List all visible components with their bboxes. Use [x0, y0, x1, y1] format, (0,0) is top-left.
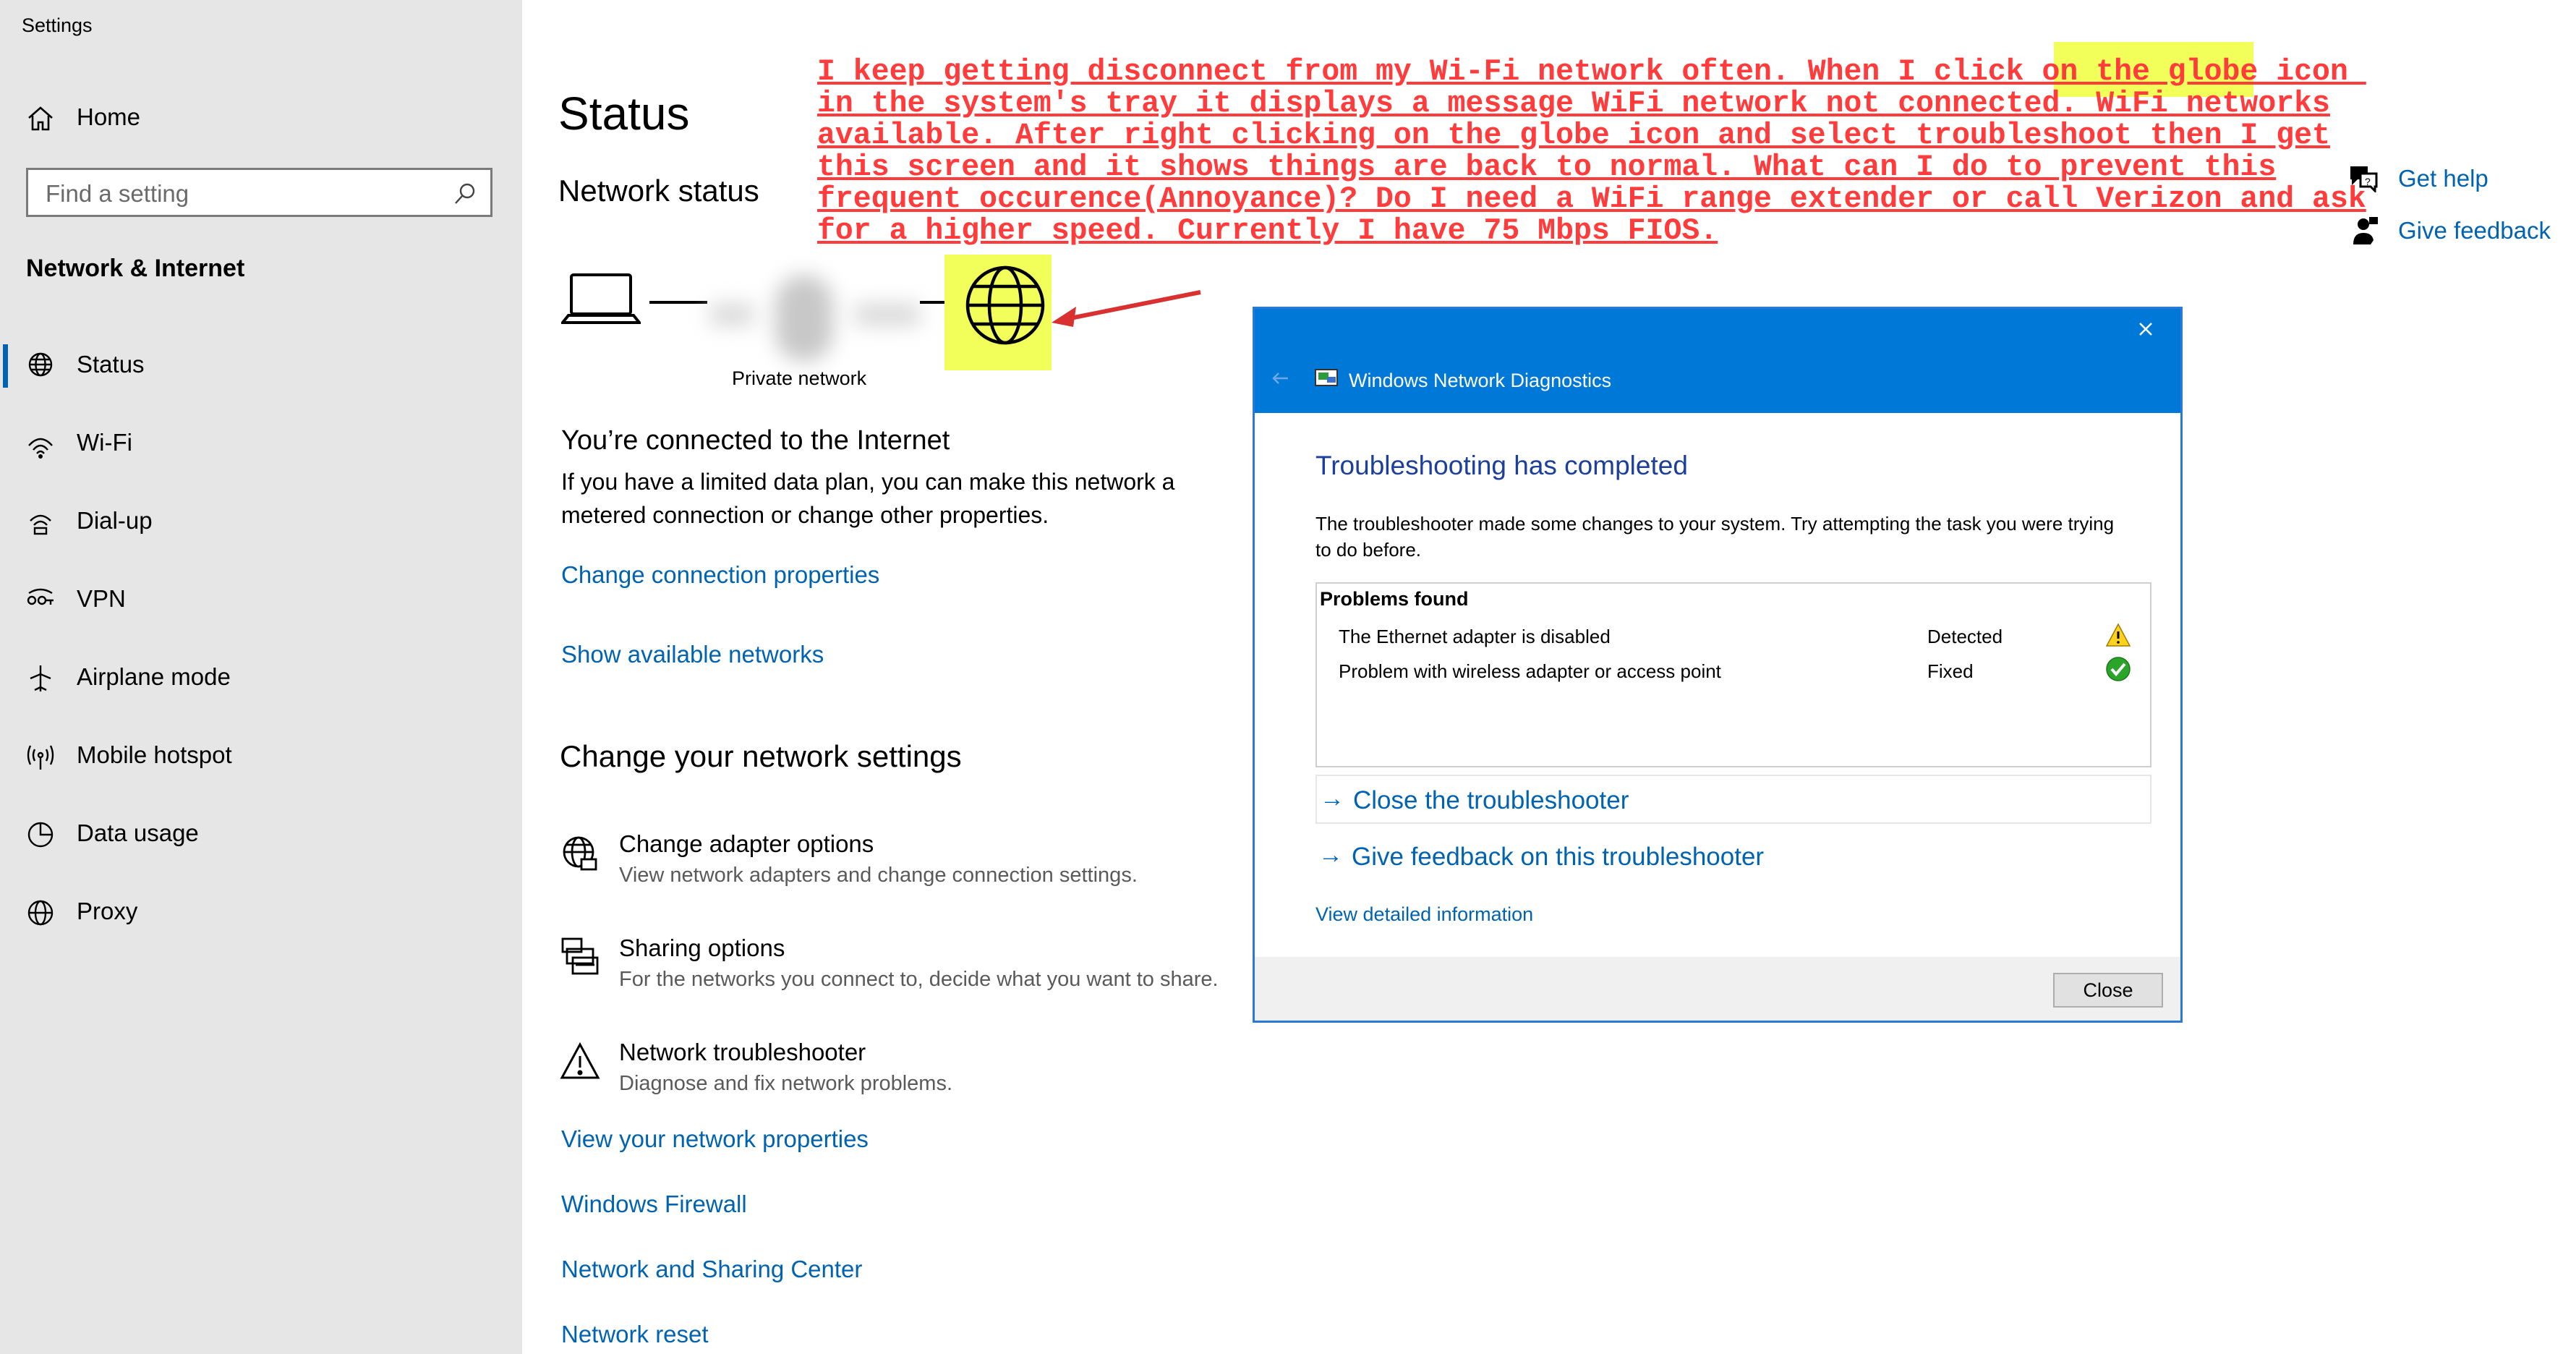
change-network-settings-heading: Change your network settings: [560, 739, 962, 773]
dialog-title: Windows Network Diagnostics: [1349, 370, 1612, 391]
dialog-message: to do before.: [1315, 539, 1421, 561]
network-status-heading: Network status: [558, 174, 759, 208]
search-input[interactable]: Find a setting: [26, 168, 492, 217]
hotspot-icon: [27, 745, 54, 770]
arrow-right-icon: →: [1318, 841, 1343, 869]
show-available-networks-link[interactable]: Show available networks: [561, 641, 824, 668]
vpn-icon: [27, 588, 54, 605]
private-network-label: Private network: [732, 367, 867, 389]
option-title: Change adapter options: [619, 830, 874, 857]
change-connection-properties-link[interactable]: Change connection properties: [561, 561, 879, 589]
give-feedback-troubleshooter-label: Give feedback on this troubleshooter: [1352, 843, 1765, 871]
sidebar-item-status[interactable]: Status: [0, 330, 522, 402]
annotation-text: I keep getting disconnect from my Wi-Fi …: [817, 55, 2366, 248]
sidebar-item-vpn[interactable]: VPN: [0, 564, 522, 636]
back-arrow-icon[interactable]: [1269, 370, 1291, 387]
sharing-printer-icon: [561, 937, 599, 975]
connected-title: You’re connected to the Internet: [561, 425, 950, 456]
check-icon: [2106, 657, 2131, 681]
sidebar-item-label: Data usage: [77, 819, 199, 846]
give-feedback-icon: [2353, 217, 2378, 244]
sidebar: Settings Home Find a setting Network & I…: [0, 0, 522, 1354]
active-indicator: [3, 344, 8, 388]
dialup-icon: [30, 514, 51, 535]
sidebar-item-label: Dial-up: [77, 507, 153, 534]
sidebar-section-title: Network & Internet: [26, 255, 245, 282]
sidebar-item-airplane[interactable]: Airplane mode: [0, 642, 522, 715]
option-desc: For the networks you connect to, decide …: [619, 968, 1219, 991]
windows-firewall-link[interactable]: Windows Firewall: [561, 1191, 747, 1218]
option-title: Sharing options: [619, 934, 785, 961]
network-diagram: Private network: [558, 246, 1065, 391]
dialog-footer: [1255, 957, 2180, 1021]
data-usage-icon: [27, 822, 54, 848]
option-title: Network troubleshooter: [619, 1039, 866, 1065]
sidebar-item-label: VPN: [77, 585, 126, 612]
sidebar-item-label: Wi-Fi: [77, 429, 132, 456]
dialog-header: [1255, 309, 2180, 413]
sidebar-item-label: Home: [77, 103, 141, 130]
wifi-icon: [28, 438, 53, 459]
sidebar-item-label: Proxy: [77, 898, 138, 924]
change-adapter-options[interactable]: Change adapter options View network adap…: [558, 830, 1245, 910]
problems-header: Problems found: [1320, 588, 1469, 610]
warning-icon: [2105, 623, 2131, 647]
network-reset-link[interactable]: Network reset: [561, 1321, 709, 1348]
connector-line: [649, 301, 707, 304]
network-diagnostics-dialog: Windows Network Diagnostics Troubleshoot…: [1253, 307, 2183, 1023]
proxy-globe-icon: [27, 900, 54, 926]
problem-name: The Ethernet adapter is disabled: [1339, 626, 1611, 647]
sidebar-item-proxy[interactable]: Proxy: [0, 877, 522, 949]
annotation-arrow-icon: [1052, 290, 1201, 327]
option-desc: View network adapters and change connect…: [619, 864, 1138, 887]
sidebar-item-label: Status: [77, 351, 145, 378]
sidebar-item-hotspot[interactable]: Mobile hotspot: [0, 720, 522, 793]
close-troubleshooter-option[interactable]: → Close the troubleshooter: [1315, 775, 2151, 824]
problem-status: Fixed: [1927, 660, 1974, 682]
sidebar-item-wifi[interactable]: Wi-Fi: [0, 408, 522, 480]
sidebar-item-dialup[interactable]: Dial-up: [0, 486, 522, 558]
network-troubleshooter[interactable]: Network troubleshooter Diagnose and fix …: [558, 1039, 1245, 1118]
arrow-right-icon: →: [1320, 785, 1344, 812]
view-detailed-information-link[interactable]: View detailed information: [1315, 903, 1533, 926]
give-feedback-troubleshooter-option[interactable]: → Give feedback on this troubleshooter: [1315, 833, 2151, 882]
page-title: Status: [558, 88, 690, 140]
airplane-icon: [30, 665, 51, 691]
close-troubleshooter-label: Close the troubleshooter: [1353, 786, 1629, 814]
sidebar-item-label: Mobile hotspot: [77, 741, 232, 768]
give-feedback-link[interactable]: Give feedback: [2398, 217, 2551, 244]
problems-list: Problems found The Ethernet adapter is d…: [1315, 582, 2151, 767]
problem-status: Detected: [1927, 626, 2003, 647]
view-network-properties-link[interactable]: View your network properties: [561, 1125, 869, 1153]
laptop-icon: [561, 273, 641, 324]
status-globe-icon: [28, 352, 53, 377]
diagnostics-app-icon: [1315, 369, 1338, 386]
sidebar-item-data-usage[interactable]: Data usage: [0, 799, 522, 871]
search-placeholder: Find a setting: [46, 180, 189, 207]
search-icon: [455, 183, 475, 204]
sidebar-item-home[interactable]: Home: [0, 82, 522, 155]
connected-desc: metered connection or change other prope…: [561, 502, 1049, 528]
close-icon[interactable]: [2136, 319, 2156, 339]
blurred-router-icon: [710, 275, 934, 369]
dialog-message: The troubleshooter made some changes to …: [1315, 513, 2115, 535]
home-icon: [28, 106, 53, 131]
dialog-heading: Troubleshooting has completed: [1315, 451, 1688, 480]
warning-triangle-icon: [560, 1042, 600, 1079]
window-title: Settings: [22, 14, 93, 36]
sharing-options[interactable]: Sharing options For the networks you con…: [558, 934, 1245, 1014]
get-help-link[interactable]: Get help: [2398, 165, 2488, 192]
close-button[interactable]: Close: [2053, 973, 2163, 1008]
network-sharing-center-link[interactable]: Network and Sharing Center: [561, 1256, 862, 1283]
internet-globe-icon[interactable]: [963, 263, 1047, 347]
connected-desc: If you have a limited data plan, you can…: [561, 469, 1175, 495]
sidebar-item-label: Airplane mode: [77, 663, 231, 690]
option-desc: Diagnose and fix network problems.: [619, 1072, 953, 1095]
problem-name: Problem with wireless adapter or access …: [1339, 660, 1721, 682]
adapter-globe-icon: [563, 836, 597, 871]
